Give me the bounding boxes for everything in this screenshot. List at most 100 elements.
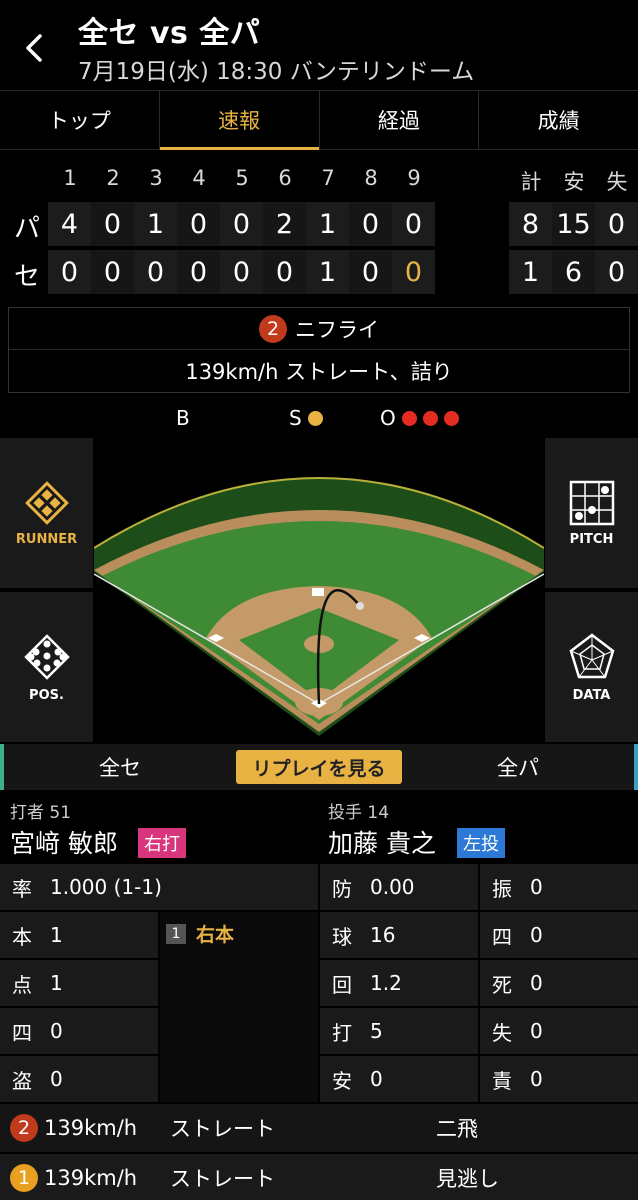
pitch-log-row[interactable]: 1 139km/h ストレート 見逃し <box>0 1154 638 1200</box>
stat-key: 失 <box>492 1020 512 1045</box>
stat-value: 0.00 <box>370 875 415 899</box>
inning-header: 6 <box>278 166 292 190</box>
pitch-result: 二飛 <box>436 1117 478 1141</box>
game-info: 7月19日(水) 18:30 バンテリンドーム <box>78 59 475 85</box>
out-dot <box>422 410 438 426</box>
runner-label: RUNNER <box>15 531 78 547</box>
team-label-pa: パ <box>14 214 41 244</box>
total-runs: 8 <box>509 202 552 246</box>
tab-live[interactable]: 速報 <box>159 91 320 150</box>
at-bat-number: 1 <box>166 923 186 944</box>
chevron-left-icon <box>26 34 42 62</box>
pitcher-role: 投手 14 <box>328 803 390 823</box>
play-detail: 139km/h ストレート、詰り <box>185 360 453 384</box>
batter-stat-row: 四 0 <box>0 1008 158 1054</box>
inning-scores-se: 0 0 0 0 0 0 1 0 0 <box>48 250 435 294</box>
inning-score: 0 <box>134 250 177 294</box>
position-button[interactable]: POS. <box>0 592 93 742</box>
pitcher-stat-row: 回 1.2 <box>320 960 478 1006</box>
tab-stats[interactable]: 成績 <box>479 91 638 149</box>
stat-value: 0 <box>50 1019 63 1043</box>
inning-score: 0 <box>91 250 134 294</box>
strike-count: S <box>289 406 323 430</box>
tab-progress[interactable]: 経過 <box>320 91 480 149</box>
runner-button[interactable]: RUNNER <box>0 438 93 588</box>
stat-key: 振 <box>492 876 512 901</box>
base-diamond-icon <box>24 480 69 525</box>
tab-bar: トップ 速報 経過 成績 <box>0 90 638 150</box>
pitcher-stat-row: 死 0 <box>480 960 638 1006</box>
stat-value: 1.000 (1-1) <box>50 875 162 899</box>
stat-value: 16 <box>370 923 396 947</box>
pitch-speed: 139km/h <box>44 1116 138 1140</box>
strike-label: S <box>289 406 302 430</box>
batter-stat-row: 盗 0 <box>0 1056 158 1102</box>
at-bat-log: 1 右本 <box>160 912 318 1102</box>
stat-key: 責 <box>492 1068 512 1093</box>
stat-key: 防 <box>332 876 352 901</box>
inning-header: 8 <box>364 166 378 190</box>
data-button[interactable]: DATA <box>545 592 638 742</box>
team-right-label[interactable]: 全パ <box>402 752 634 782</box>
totals-pa: 8 15 0 <box>509 202 638 246</box>
stat-key: 四 <box>492 924 512 949</box>
pitch-type: ストレート <box>170 1117 275 1141</box>
out-label: O <box>380 406 396 430</box>
inning-header: 1 <box>63 166 77 190</box>
stat-value: 0 <box>530 1019 543 1043</box>
stat-value: 0 <box>530 923 543 947</box>
total-errors: 0 <box>595 250 638 294</box>
position-diamond-icon <box>23 633 70 680</box>
tab-top[interactable]: トップ <box>0 91 160 149</box>
total-header-hits: 安 <box>563 170 585 194</box>
play-result-line: 2 ニフライ <box>9 308 629 350</box>
out-count: O <box>380 406 459 430</box>
pitch-result: 見逃し <box>436 1167 499 1191</box>
pitcher-stat-row: 振 0 <box>480 864 638 910</box>
total-runs: 1 <box>509 250 552 294</box>
stat-key: 本 <box>12 924 32 949</box>
stat-value: 0 <box>50 1067 63 1091</box>
pitcher-stat-row: 球 16 <box>320 912 478 958</box>
inning-header: 7 <box>321 166 335 190</box>
batter-name: 宮﨑 敏郎 <box>10 829 118 858</box>
inning-header: 2 <box>106 166 120 190</box>
team-left-label[interactable]: 全セ <box>4 752 236 782</box>
pitch-number-badge: 2 <box>259 314 287 343</box>
inning-score: 0 <box>220 250 263 294</box>
inning-score: 0 <box>220 202 263 246</box>
ball-label: B <box>176 406 190 430</box>
inning-score: 0 <box>177 250 220 294</box>
stat-key: 死 <box>492 972 512 997</box>
data-label: DATA <box>572 687 611 703</box>
pitch-log-row[interactable]: 2 139km/h ストレート 二飛 <box>0 1104 638 1152</box>
inning-score: 1 <box>306 250 349 294</box>
stat-value: 1.2 <box>370 971 402 995</box>
pitcher-name: 加藤 貴之 <box>328 829 436 858</box>
pitcher-stat-row: 安 0 <box>320 1056 478 1102</box>
pitch-number-badge: 1 <box>10 1164 38 1192</box>
pitch-speed: 139km/h <box>44 1166 138 1190</box>
inning-header: 5 <box>235 166 249 190</box>
batter-hand-badge: 右打 <box>138 828 186 858</box>
total-header-runs: 計 <box>520 170 542 194</box>
batter-stat-row: 点 1 <box>0 960 158 1006</box>
stat-value: 0 <box>370 1067 383 1091</box>
replay-button[interactable]: リプレイを見る <box>236 750 402 784</box>
total-header-errors: 失 <box>606 170 628 194</box>
inning-header: 4 <box>192 166 206 190</box>
back-button[interactable] <box>14 28 54 68</box>
inning-score: 0 <box>349 250 392 294</box>
inning-score: 0 <box>177 202 220 246</box>
stat-key: 回 <box>332 972 352 997</box>
strike-dot <box>307 410 323 426</box>
pitcher-stat-row: 防 0.00 <box>320 864 478 910</box>
batter-stat-row: 率 1.000 (1-1) <box>0 864 318 910</box>
pitch-button[interactable]: PITCH <box>545 438 638 588</box>
out-dot <box>401 410 417 426</box>
pitcher-hand-badge: 左投 <box>457 828 505 858</box>
inning-score: 0 <box>263 250 306 294</box>
stat-value: 0 <box>530 971 543 995</box>
stat-key: 打 <box>332 1020 352 1045</box>
pitch-type: ストレート <box>170 1167 275 1191</box>
